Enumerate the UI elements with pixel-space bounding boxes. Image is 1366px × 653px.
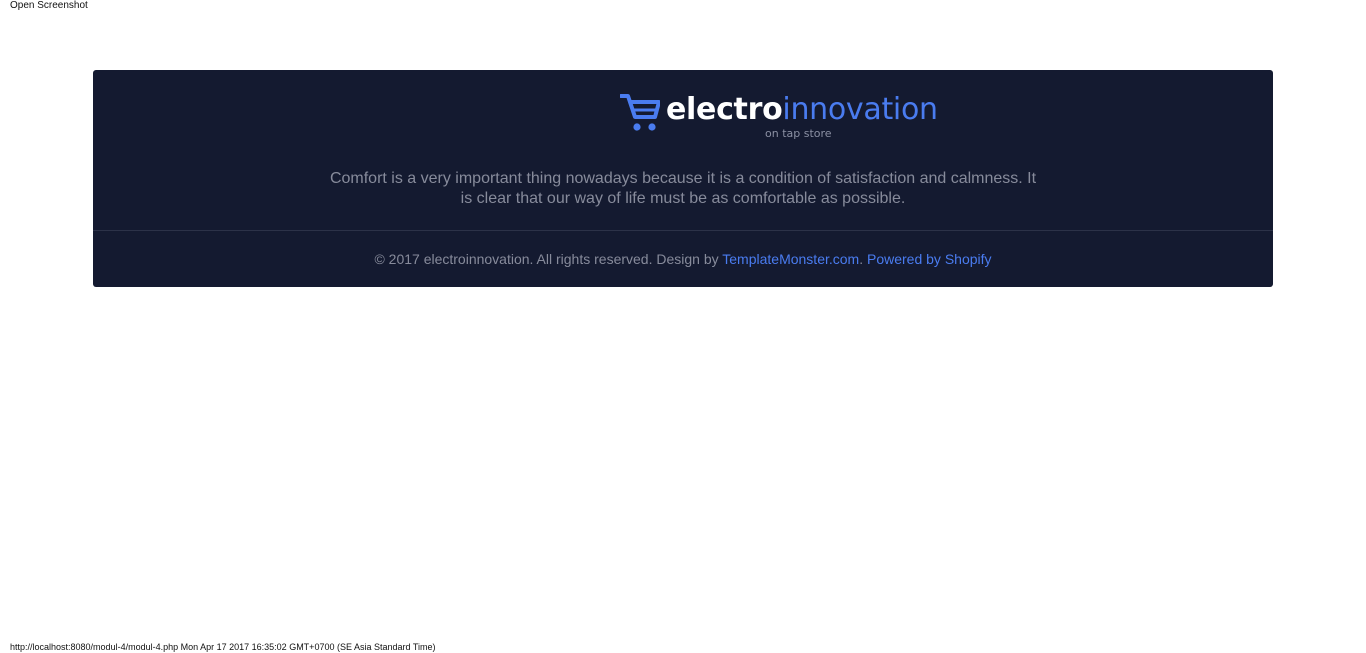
page-status-line: http://localhost:8080/modul-4/modul-4.ph… xyxy=(10,642,436,652)
logo-tagline: on tap store xyxy=(765,127,832,140)
logo-word-accent: innovation xyxy=(782,92,938,127)
site-footer: electroinnovation on tap store Comfort i… xyxy=(93,70,1273,287)
copyright-text: © 2017 electroinnovation. All rights res… xyxy=(374,251,723,267)
footer-about-text: Comfort is a very important thing nowada… xyxy=(329,170,1037,207)
templatemonster-link[interactable]: TemplateMonster.com xyxy=(722,251,859,267)
logo-wordmark: electroinnovation xyxy=(666,93,938,127)
powered-by-shopify-link[interactable]: Powered by Shopify xyxy=(867,251,992,267)
copyright-line: © 2017 electroinnovation. All rights res… xyxy=(93,250,1273,268)
brand-logo[interactable]: electroinnovation on tap store xyxy=(620,93,940,140)
footer-divider xyxy=(93,230,1273,231)
logo-word-primary: electro xyxy=(666,92,783,127)
copyright-separator: . xyxy=(859,251,867,267)
open-screenshot-link[interactable]: Open Screenshot xyxy=(10,0,88,11)
shopping-cart-icon xyxy=(620,94,660,131)
